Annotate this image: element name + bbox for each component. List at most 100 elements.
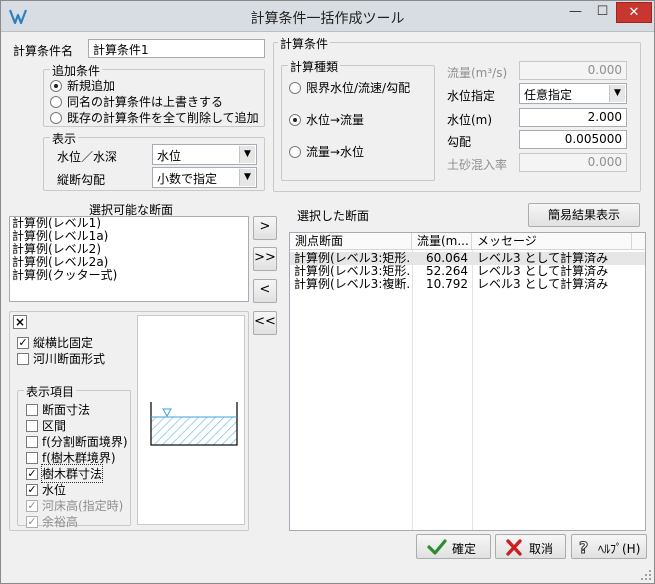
river-section-checkbox[interactable]: 河川断面形式 xyxy=(17,350,105,367)
cell-flow: 52.264 xyxy=(426,265,468,278)
water-level-select[interactable]: 水位 ▼ xyxy=(152,144,257,165)
checkbox-label: 余裕高 xyxy=(42,515,79,529)
checkbox-box: ✓ xyxy=(26,466,38,480)
checkbox-box: ✓ xyxy=(26,482,38,496)
fixed-ratio-checkbox[interactable]: ✓ 縦横比固定 xyxy=(17,334,93,351)
checkbox-box xyxy=(26,403,38,416)
window-title: 計算条件一括作成ツール xyxy=(250,11,405,27)
calc-type-title: 計算種類 xyxy=(288,58,341,75)
help-label: ﾍﾙﾌﾟ(H) xyxy=(598,542,641,556)
radio-dot xyxy=(50,111,62,124)
flow-input[interactable]: 0.000 xyxy=(519,61,627,80)
checkbox-box: ✓ xyxy=(26,514,38,528)
checkbox-label: 樹木群寸法 xyxy=(40,464,104,483)
display-title: 表示 xyxy=(50,130,79,147)
cancel-label: 取消 xyxy=(529,542,554,556)
checkbox-box xyxy=(26,419,38,432)
radio-level-to-flow[interactable]: 水位→流量 xyxy=(289,111,364,128)
section-preview xyxy=(137,315,245,525)
checkbox-box xyxy=(26,451,38,464)
close-button[interactable]: ✕ xyxy=(616,2,652,23)
radio-label: 新規追加 xyxy=(67,79,116,93)
help-button[interactable]: ? ﾍﾙﾌﾟ(H) xyxy=(571,534,647,559)
table-row[interactable]: 計算例(レベル3:複断... 10.792 レベル3 として計算済み xyxy=(290,278,645,291)
checkbox-label: 区間 xyxy=(42,419,67,433)
radio-label: 既存の計算条件を全て削除して追加 xyxy=(67,111,259,125)
checkbox-box: ✓ xyxy=(17,335,29,349)
radio-dot xyxy=(50,79,62,92)
column-header-flow[interactable]: 流量(m... xyxy=(412,233,472,250)
item-checkbox-section-dims[interactable]: 断面寸法 xyxy=(26,401,90,418)
slope-select[interactable]: 小数で指定 ▼ xyxy=(152,167,257,188)
checkbox-label: 水位 xyxy=(42,483,67,497)
column-header-section[interactable]: 測点断面 xyxy=(290,233,412,250)
item-checkbox-tree-dims[interactable]: ✓ 樹木群寸法 xyxy=(26,464,104,483)
maximize-button[interactable]: ☐ xyxy=(589,2,616,23)
chevron-down-icon: ▼ xyxy=(609,85,625,102)
cancel-button[interactable]: 取消 xyxy=(495,534,566,559)
calc-name-label: 計算条件名 xyxy=(13,44,74,58)
table-row[interactable]: 計算例(レベル3:矩形... 52.264 レベル3 として計算済み xyxy=(290,265,645,278)
list-item[interactable]: 計算例(クッター式) xyxy=(10,269,248,282)
add-one-button[interactable]: > xyxy=(253,216,277,240)
title-bar[interactable]: 計算条件一括作成ツール — ☐ ✕ xyxy=(1,1,654,32)
cell-section: 計算例(レベル3:矩形... xyxy=(294,252,410,265)
selected-sections-title: 選択した断面 xyxy=(297,209,370,223)
svg-text:?: ? xyxy=(579,538,588,557)
item-checkbox-riverbed[interactable]: ✓ 河床高(指定時) xyxy=(26,497,123,514)
column-header-message[interactable]: メッセージ xyxy=(472,233,632,250)
selected-sections-table[interactable]: 測点断面 流量(m... メッセージ 計算例(レベル3:矩形... 60.064… xyxy=(289,232,646,531)
item-checkbox-interval[interactable]: 区間 xyxy=(26,417,66,434)
radio-overwrite[interactable]: 同名の計算条件は上書きする xyxy=(50,93,223,110)
checkbox-label: f(分割断面境界) xyxy=(42,435,128,449)
remove-all-button[interactable]: << xyxy=(253,311,277,335)
cell-message: レベル3 として計算済み xyxy=(477,252,609,265)
gradient-input[interactable]: 0.005000 xyxy=(519,130,627,149)
water-level-label: 水位／水深 xyxy=(57,150,118,164)
radio-label: 水位→流量 xyxy=(306,113,365,127)
item-checkbox-tree-boundary[interactable]: f(樹木群境界) xyxy=(26,449,116,466)
radio-new-add[interactable]: 新規追加 xyxy=(50,77,115,94)
sediment-input[interactable]: 0.000 xyxy=(519,153,627,172)
remove-one-button[interactable]: < xyxy=(253,279,277,303)
water-level-select-value: 水位 xyxy=(157,149,182,163)
checkbox-label: f(樹木群境界) xyxy=(42,451,116,465)
calc-name-input[interactable]: 計算条件1 xyxy=(88,39,265,58)
confirm-button[interactable]: 確定 xyxy=(416,534,491,559)
cell-section: 計算例(レベル3:複断... xyxy=(294,278,410,291)
chevron-down-icon: ▼ xyxy=(239,146,255,163)
simple-result-button[interactable]: 簡易結果表示 xyxy=(528,203,640,227)
gradient-label: 勾配 xyxy=(447,135,472,149)
main-window: 計算条件一括作成ツール — ☐ ✕ 計算条件名 計算条件1 追加条件 新規追加 … xyxy=(0,0,655,584)
level-spec-select-value: 任意指定 xyxy=(524,88,573,102)
minimize-button[interactable]: — xyxy=(562,2,589,23)
radio-critical-level[interactable]: 限界水位/流速/勾配 xyxy=(289,79,410,96)
radio-dot xyxy=(289,81,301,94)
resize-grip-icon[interactable] xyxy=(639,568,653,582)
confirm-label: 確定 xyxy=(452,542,477,556)
checkbox-box xyxy=(17,352,29,365)
radio-label: 流量→水位 xyxy=(306,145,365,159)
item-checkbox-freeboard[interactable]: ✓ 余裕高 xyxy=(26,513,78,530)
radio-flow-to-level[interactable]: 流量→水位 xyxy=(289,143,364,160)
panel-close-icon[interactable]: × xyxy=(13,315,27,329)
item-checkbox-split-boundary[interactable]: f(分割断面境界) xyxy=(26,433,128,450)
slope-label: 縦断勾配 xyxy=(57,173,106,187)
cell-flow: 10.792 xyxy=(426,278,468,291)
level-spec-select[interactable]: 任意指定 ▼ xyxy=(519,83,627,104)
flow-label: 流量(m³/s) xyxy=(447,66,508,80)
section-preview-drawing xyxy=(150,402,238,446)
column-divider xyxy=(412,250,413,530)
level-input[interactable]: 2.000 xyxy=(519,108,627,127)
chevron-down-icon: ▼ xyxy=(239,169,255,186)
available-sections-list[interactable]: 計算例(レベル1) 計算例(レベル1a) 計算例(レベル2) 計算例(レベル2a… xyxy=(9,216,249,302)
radio-dot xyxy=(289,113,301,126)
add-all-button[interactable]: >> xyxy=(253,247,277,271)
calc-conditions-title: 計算条件 xyxy=(278,35,331,52)
item-checkbox-water-level[interactable]: ✓ 水位 xyxy=(26,481,66,498)
display-items-title: 表示項目 xyxy=(24,383,77,400)
table-row[interactable]: 計算例(レベル3:矩形... 60.064 レベル3 として計算済み xyxy=(290,252,645,265)
table-header: 測点断面 流量(m... メッセージ xyxy=(290,233,645,250)
checkbox-label: 断面寸法 xyxy=(42,403,91,417)
radio-delete-all-add[interactable]: 既存の計算条件を全て削除して追加 xyxy=(50,109,259,126)
